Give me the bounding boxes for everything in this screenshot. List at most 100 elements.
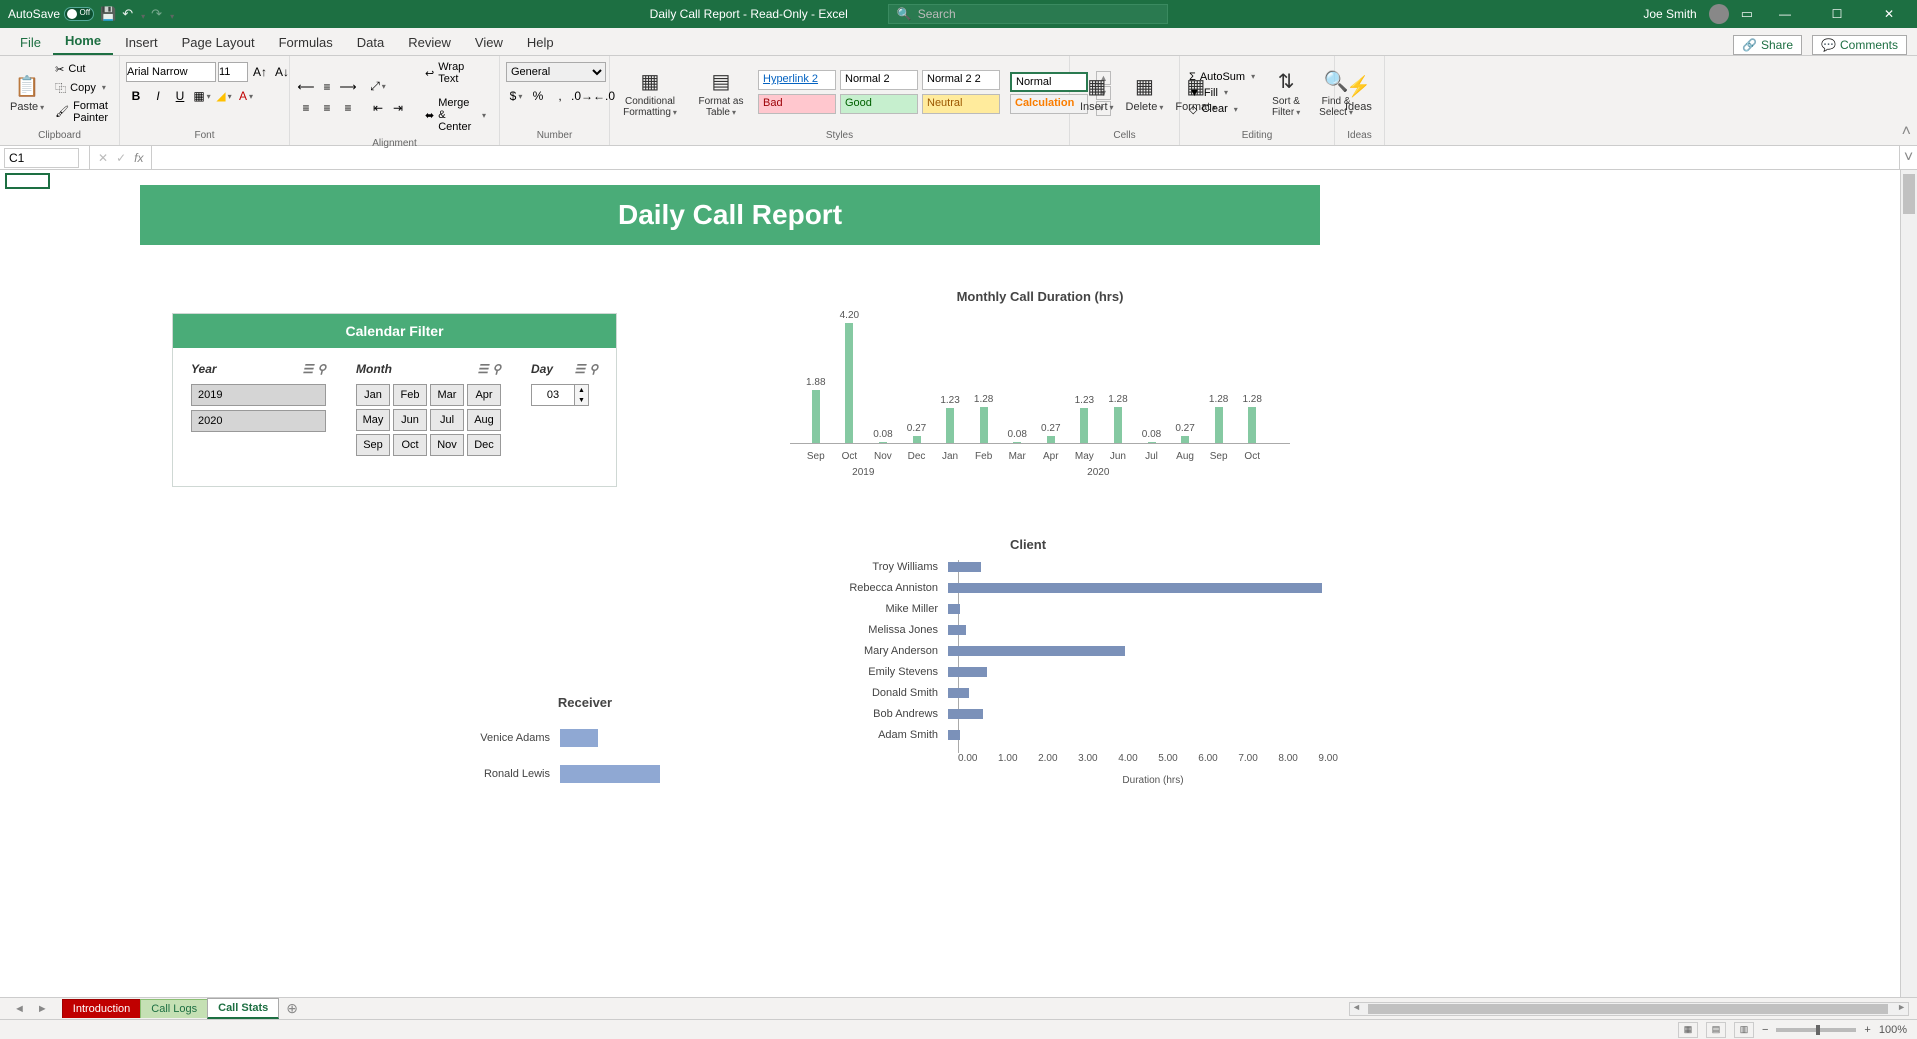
month-option-nov[interactable]: Nov <box>430 434 464 456</box>
zoom-in-button[interactable]: + <box>1864 1024 1870 1036</box>
ideas-button[interactable]: ⚡Ideas <box>1341 72 1376 115</box>
format-as-table-button[interactable]: ▤Format as Table <box>692 67 750 120</box>
align-bottom-button[interactable]: ⟶ <box>338 77 358 97</box>
tab-page-layout[interactable]: Page Layout <box>170 30 267 55</box>
align-left-button[interactable]: ≡ <box>296 98 316 118</box>
monthly-chart[interactable]: Monthly Call Duration (hrs) 1.88Sep4.20O… <box>780 289 1300 509</box>
sheet-nav-next[interactable]: ► <box>31 1003 54 1015</box>
month-option-mar[interactable]: Mar <box>430 384 464 406</box>
expand-formula-bar[interactable]: ˅ <box>1899 146 1917 169</box>
font-family-select[interactable] <box>126 62 216 82</box>
font-color-button[interactable]: A <box>236 86 256 106</box>
month-option-jan[interactable]: Jan <box>356 384 390 406</box>
day-input[interactable] <box>531 384 575 406</box>
year-clear-filter-icon[interactable]: ⚲ <box>317 362 326 376</box>
paste-button[interactable]: 📋 Paste <box>6 72 48 115</box>
normal-view-button[interactable]: ▦ <box>1678 1022 1698 1038</box>
day-clear-filter-icon[interactable]: ⚲ <box>589 362 598 376</box>
collapse-ribbon-button[interactable]: ˄ <box>1902 123 1911 141</box>
month-option-jul[interactable]: Jul <box>430 409 464 431</box>
tab-review[interactable]: Review <box>396 30 463 55</box>
cut-button[interactable]: ✂Cut <box>52 62 113 77</box>
autosave-toggle[interactable]: AutoSave Off <box>8 7 94 21</box>
decrease-font-button[interactable]: A↓ <box>272 62 292 82</box>
year-multiselect-icon[interactable]: ☰ <box>302 362 313 376</box>
autosum-button[interactable]: ΣAutoSum <box>1186 70 1258 84</box>
number-format-select[interactable]: General <box>506 62 606 82</box>
sheet-tab-call-logs[interactable]: Call Logs <box>140 999 208 1018</box>
decrease-indent-button[interactable]: ⇤ <box>368 98 388 118</box>
format-painter-button[interactable]: 🖌Format Painter <box>52 99 113 125</box>
tab-file[interactable]: File <box>8 30 53 55</box>
day-spin-down[interactable]: ▼ <box>575 395 588 405</box>
month-option-feb[interactable]: Feb <box>393 384 427 406</box>
undo-icon[interactable]: ↶ <box>122 6 133 22</box>
align-right-button[interactable]: ≡ <box>338 98 358 118</box>
comma-format-button[interactable]: , <box>550 86 570 106</box>
fill-button[interactable]: ▼Fill <box>1186 86 1258 100</box>
minimize-button[interactable]: — <box>1765 0 1805 28</box>
italic-button[interactable]: I <box>148 86 168 106</box>
save-icon[interactable]: 💾 <box>100 6 116 22</box>
copy-button[interactable]: ⿻Copy <box>52 79 113 97</box>
selected-cell-c1[interactable] <box>5 173 50 189</box>
percent-format-button[interactable]: % <box>528 86 548 106</box>
month-option-may[interactable]: May <box>356 409 390 431</box>
tab-home[interactable]: Home <box>53 28 113 55</box>
orientation-button[interactable]: ⤢ <box>368 76 388 96</box>
receiver-chart[interactable]: Receiver Venice AdamsRonald Lewis <box>350 695 820 815</box>
style-normal2[interactable]: Normal 2 <box>840 70 918 90</box>
close-button[interactable]: ✕ <box>1869 0 1909 28</box>
underline-button[interactable]: U <box>170 86 190 106</box>
tab-insert[interactable]: Insert <box>113 30 170 55</box>
horizontal-scrollbar[interactable]: ◄ ► <box>1349 1002 1909 1016</box>
cancel-formula-icon[interactable]: ✕ <box>98 151 108 165</box>
bold-button[interactable]: B <box>126 86 146 106</box>
clear-button[interactable]: ◇Clear <box>1186 102 1258 117</box>
tab-formulas[interactable]: Formulas <box>267 30 345 55</box>
month-option-apr[interactable]: Apr <box>467 384 501 406</box>
accounting-format-button[interactable]: $ <box>506 86 526 106</box>
month-multiselect-icon[interactable]: ☰ <box>477 362 488 376</box>
zoom-out-button[interactable]: − <box>1762 1024 1768 1036</box>
style-bad[interactable]: Bad <box>758 94 836 114</box>
align-center-button[interactable]: ≡ <box>317 98 337 118</box>
increase-decimal-button[interactable]: .0→ <box>572 86 592 106</box>
style-hyperlink[interactable]: Hyperlink 2 <box>758 70 836 90</box>
tab-data[interactable]: Data <box>345 30 396 55</box>
year-option-2019[interactable]: 2019 <box>191 384 326 406</box>
share-button[interactable]: 🔗 Share <box>1733 35 1802 55</box>
ribbon-display-icon[interactable]: ▭ <box>1741 6 1753 22</box>
day-spin-up[interactable]: ▲ <box>575 385 588 395</box>
page-break-view-button[interactable]: ▥ <box>1734 1022 1754 1038</box>
sheet-tab-introduction[interactable]: Introduction <box>62 999 141 1018</box>
user-name[interactable]: Joe Smith <box>1643 7 1696 21</box>
merge-center-button[interactable]: ⬌Merge & Center <box>418 94 493 136</box>
page-layout-view-button[interactable]: ▤ <box>1706 1022 1726 1038</box>
month-clear-filter-icon[interactable]: ⚲ <box>492 362 501 376</box>
search-box[interactable]: 🔍 Search <box>888 4 1168 24</box>
wrap-text-button[interactable]: ↩Wrap Text <box>418 58 493 88</box>
user-avatar[interactable] <box>1709 4 1729 24</box>
tab-view[interactable]: View <box>463 30 515 55</box>
font-size-select[interactable] <box>218 62 248 82</box>
vertical-scrollbar[interactable] <box>1900 170 1917 997</box>
month-option-aug[interactable]: Aug <box>467 409 501 431</box>
qat-customize[interactable] <box>168 7 174 22</box>
style-neutral[interactable]: Neutral <box>922 94 1000 114</box>
month-option-jun[interactable]: Jun <box>393 409 427 431</box>
undo-dropdown[interactable] <box>139 7 145 22</box>
year-option-2020[interactable]: 2020 <box>191 410 326 432</box>
increase-indent-button[interactable]: ⇥ <box>388 98 408 118</box>
worksheet-area[interactable]: Daily Call Report Calendar Filter Year ☰… <box>0 170 1917 997</box>
sheet-nav-prev[interactable]: ◄ <box>8 1003 31 1015</box>
comments-button[interactable]: 💬 Comments <box>1812 35 1907 55</box>
delete-cells-button[interactable]: ▦Delete <box>1122 72 1168 115</box>
name-box[interactable] <box>4 148 79 168</box>
enter-formula-icon[interactable]: ✓ <box>116 151 126 165</box>
increase-font-button[interactable]: A↑ <box>250 62 270 82</box>
redo-icon[interactable]: ↷ <box>151 6 162 22</box>
month-option-sep[interactable]: Sep <box>356 434 390 456</box>
zoom-slider[interactable] <box>1776 1028 1856 1032</box>
align-top-button[interactable]: ⟵ <box>296 77 316 97</box>
